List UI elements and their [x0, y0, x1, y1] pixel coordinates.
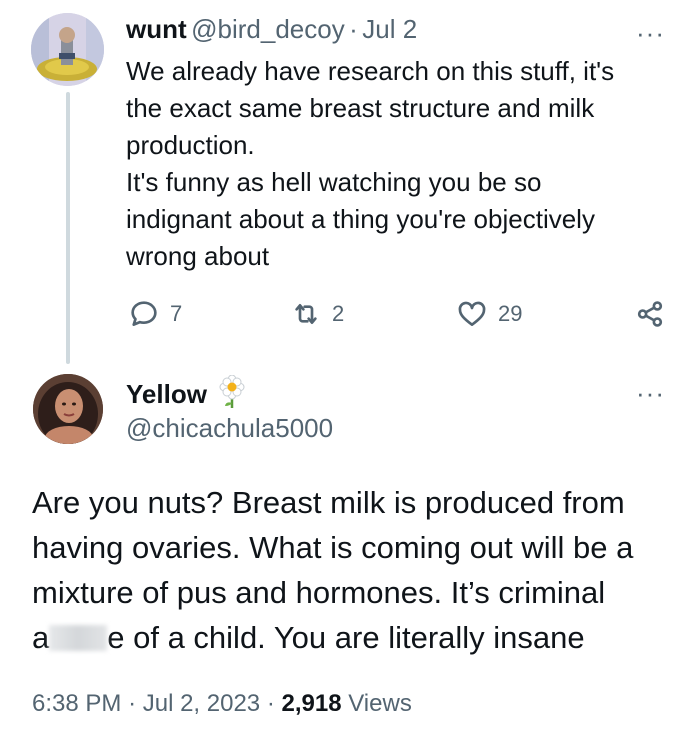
main-text-line: Are you nuts? Breast milk is produced fr… [32, 485, 625, 520]
reply-handle[interactable]: @bird_decoy [191, 14, 345, 44]
retweet-button[interactable]: 2 [290, 298, 344, 330]
share-button[interactable] [634, 298, 666, 330]
reply-text-line: the exact same breast structure and milk [126, 93, 595, 123]
tweet-date[interactable]: Jul 2, 2023 [143, 690, 260, 717]
reply-text-line: It's funny as hell watching you be so [126, 167, 542, 197]
like-count: 29 [498, 301, 523, 326]
reply-button[interactable]: 7 [128, 298, 182, 330]
main-text-prefix: a [32, 620, 50, 655]
reply-display-name[interactable]: wunt [126, 14, 187, 44]
main-display-name[interactable]: Yellow [126, 379, 207, 409]
avatar-wunt-image [31, 13, 104, 86]
footer-separator: · [266, 690, 275, 717]
avatar-yellow-image [33, 374, 103, 444]
views-count: 2,918 [281, 690, 342, 717]
retweet-icon [295, 304, 317, 324]
reply-separator: · [349, 14, 358, 44]
avatar-yellow[interactable] [33, 374, 103, 444]
main-text: Are you nuts? Breast milk is produced fr… [32, 480, 672, 660]
censor-blur [49, 625, 108, 651]
main-more-button[interactable]: ··· [636, 380, 665, 406]
main-handle[interactable]: @chicachula5000 [126, 413, 333, 444]
reply-date[interactable]: Jul 2 [362, 14, 417, 44]
reply-text-line: wrong about [126, 241, 270, 271]
flower-emoji-icon [219, 374, 245, 408]
reply-text-line: indignant about a thing you're objective… [126, 204, 595, 234]
tweet-footer: 6:38 PM · Jul 2, 2023 · 2,918 Views [32, 690, 412, 718]
like-button[interactable]: 29 [456, 298, 522, 330]
main-text-line: mixture of pus and hormones. It’s crimin… [32, 575, 606, 610]
retweet-count: 2 [332, 301, 345, 326]
reply-text-line: We already have research on this stuff, … [126, 56, 615, 86]
reply-count: 7 [170, 301, 183, 326]
reply-text: We already have research on this stuff, … [126, 53, 666, 275]
views-label: Views [348, 690, 412, 717]
share-icon [637, 301, 663, 327]
avatar-wunt[interactable] [31, 13, 104, 86]
reply-more-button[interactable]: ··· [636, 20, 665, 46]
thread-line [66, 92, 70, 364]
heart-icon [458, 301, 486, 326]
main-text-line: having ovaries. What is coming out will … [32, 530, 634, 565]
comment-icon [131, 301, 157, 326]
main-header: Yellow [126, 374, 247, 410]
reply-text-line: production. [126, 130, 255, 160]
tweet-time[interactable]: 6:38 PM [32, 690, 121, 717]
footer-separator: · [128, 690, 137, 717]
main-text-line: a e of a child. You are literally insane [32, 615, 672, 660]
reply-header: wunt @bird_decoy · Jul 2 [126, 14, 417, 45]
main-text-suffix: e of a child. You are literally insane [107, 620, 585, 655]
